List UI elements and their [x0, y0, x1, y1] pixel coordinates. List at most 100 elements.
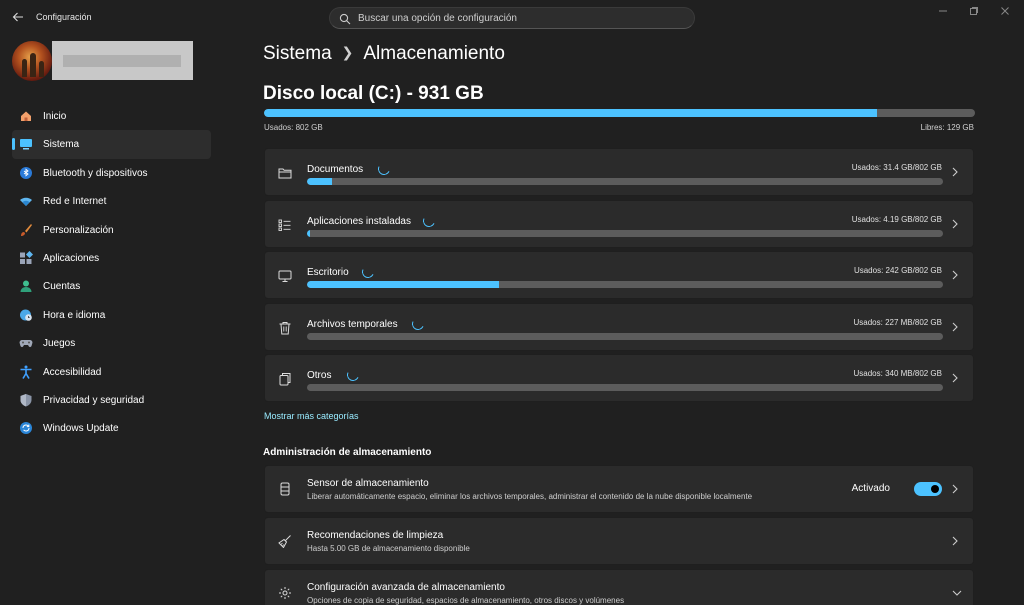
chevron-right-icon	[951, 535, 961, 547]
disk-usage-fill	[264, 109, 877, 117]
sidebar-item-cuentas[interactable]: Cuentas	[12, 272, 211, 300]
loading-spinner-icon	[360, 264, 376, 280]
close-button[interactable]	[998, 6, 1012, 20]
category-card-otros[interactable]: Otros Usados: 340 MB/802 GB	[264, 354, 974, 402]
loading-spinner-icon	[345, 367, 361, 383]
breadcrumb: Sistema ❯ Almacenamiento	[263, 43, 505, 65]
loading-spinner-icon	[376, 161, 392, 177]
search-icon	[339, 12, 351, 25]
category-usage-bar	[307, 333, 943, 340]
disk-title: Disco local (C:) - 931 GB	[263, 83, 484, 104]
clock-globe-icon	[19, 308, 33, 322]
category-usage-bar	[307, 230, 943, 237]
category-card-escritorio[interactable]: Escritorio Usados: 242 GB/802 GB	[264, 251, 974, 299]
storage-drive-icon	[278, 482, 292, 496]
chevron-down-icon	[951, 587, 962, 599]
show-more-categories-link[interactable]: Mostrar más categorías	[264, 411, 359, 421]
storage-sense-toggle[interactable]	[914, 482, 942, 496]
chevron-right-icon	[951, 321, 961, 333]
sidebar-item-personalizacion[interactable]: Personalización	[12, 216, 211, 244]
loading-spinner-icon	[410, 316, 426, 332]
chevron-right-icon	[951, 166, 961, 178]
sidebar-item-inicio[interactable]: Inicio	[12, 102, 211, 130]
app-title: Configuración	[36, 12, 92, 22]
gamepad-icon	[19, 336, 33, 350]
storage-sense-card[interactable]: Sensor de almacenamiento Liberar automát…	[264, 465, 974, 513]
sidebar-item-juegos[interactable]: Juegos	[12, 329, 211, 357]
category-usage: Usados: 242 GB/802 GB	[853, 266, 942, 275]
advanced-storage-settings-card[interactable]: Configuración avanzada de almacenamiento…	[264, 569, 974, 605]
breadcrumb-parent[interactable]: Sistema	[263, 43, 332, 64]
search-placeholder: Buscar una opción de configuración	[358, 13, 517, 24]
wifi-icon	[19, 194, 33, 208]
app-list-icon	[278, 218, 292, 232]
sidebar-item-bluetooth[interactable]: Bluetooth y dispositivos	[12, 159, 211, 187]
storage-sense-toggle-label: Activado	[851, 483, 890, 494]
cleanup-recommendations-card[interactable]: Recomendaciones de limpieza Hasta 5.00 G…	[264, 517, 974, 565]
storage-sense-title: Sensor de almacenamiento	[307, 478, 429, 489]
category-label: Archivos temporales	[307, 319, 398, 330]
user-name-redacted	[52, 41, 193, 80]
category-usage: Usados: 340 MB/802 GB	[853, 369, 943, 378]
category-label: Escritorio	[307, 267, 349, 278]
loading-spinner-icon	[421, 213, 437, 229]
chevron-right-icon	[951, 372, 961, 384]
chevron-right-icon	[951, 218, 961, 230]
folder-icon	[278, 166, 292, 180]
chevron-right-icon	[951, 483, 961, 495]
cleanup-desc: Hasta 5.00 GB de almacenamiento disponib…	[307, 544, 470, 553]
category-usage-fill	[307, 281, 500, 288]
broom-icon	[278, 534, 292, 549]
disk-usage-bar	[264, 109, 975, 117]
accessibility-icon	[19, 365, 33, 379]
trash-icon	[278, 321, 292, 335]
title-bar: Configuración Buscar una opción de confi…	[0, 0, 1024, 36]
category-card-aplicaciones[interactable]: Aplicaciones instaladas Usados: 4.19 GB/…	[264, 200, 974, 248]
category-usage-fill	[307, 178, 332, 185]
brush-icon	[19, 223, 33, 237]
sidebar-item-sistema[interactable]: Sistema	[12, 130, 211, 159]
category-card-temporales[interactable]: Archivos temporales Usados: 227 MB/802 G…	[264, 303, 974, 351]
bluetooth-icon	[19, 166, 33, 180]
chevron-right-icon	[951, 269, 961, 281]
category-usage-bar	[307, 384, 943, 391]
gear-icon	[278, 586, 292, 600]
sidebar-item-aplicaciones[interactable]: Aplicaciones	[12, 244, 211, 272]
shield-icon	[19, 393, 33, 407]
advanced-storage-desc: Opciones de copia de seguridad, espacios…	[307, 596, 625, 605]
category-label: Otros	[307, 370, 332, 381]
apps-icon	[19, 250, 34, 265]
account-icon	[19, 279, 33, 293]
system-monitor-icon	[19, 137, 33, 151]
category-usage: Usados: 31.4 GB/802 GB	[851, 163, 942, 172]
sidebar-item-hora[interactable]: Hora e idioma	[12, 301, 211, 329]
sidebar-item-windows-update[interactable]: Windows Update	[12, 414, 211, 442]
minimize-button[interactable]	[936, 6, 950, 20]
category-usage: Usados: 227 MB/802 GB	[853, 318, 943, 327]
category-usage: Usados: 4.19 GB/802 GB	[851, 215, 942, 224]
chevron-right-icon: ❯	[341, 44, 354, 60]
category-card-documentos[interactable]: Documentos Usados: 31.4 GB/802 GB	[264, 148, 974, 196]
sidebar-item-privacidad[interactable]: Privacidad y seguridad	[12, 386, 211, 414]
home-icon	[19, 109, 33, 123]
back-arrow-icon[interactable]	[8, 8, 28, 28]
sidebar-item-accesibilidad[interactable]: Accesibilidad	[12, 358, 211, 386]
section-title-storage-management: Administración de almacenamiento	[263, 447, 432, 458]
desktop-icon	[278, 269, 292, 283]
storage-sense-desc: Liberar automáticamente espacio, elimina…	[307, 492, 753, 501]
disk-free-label: Libres: 129 GB	[920, 123, 974, 132]
category-usage-fill	[307, 230, 311, 237]
cleanup-title: Recomendaciones de limpieza	[307, 530, 444, 541]
search-input[interactable]: Buscar una opción de configuración	[329, 7, 695, 29]
category-label: Documentos	[307, 164, 364, 175]
category-label: Aplicaciones instaladas	[307, 216, 411, 227]
advanced-storage-title: Configuración avanzada de almacenamiento	[307, 582, 505, 593]
sidebar-nav: Inicio Sistema Bluetooth y dispositivos …	[12, 102, 211, 443]
avatar[interactable]	[12, 41, 52, 81]
maximize-button[interactable]	[967, 6, 981, 20]
sidebar-item-red[interactable]: Red e Internet	[12, 187, 211, 215]
disk-used-label: Usados: 802 GB	[264, 123, 323, 132]
others-icon	[278, 372, 292, 386]
page-title: Almacenamiento	[363, 43, 505, 64]
update-icon	[19, 421, 33, 435]
